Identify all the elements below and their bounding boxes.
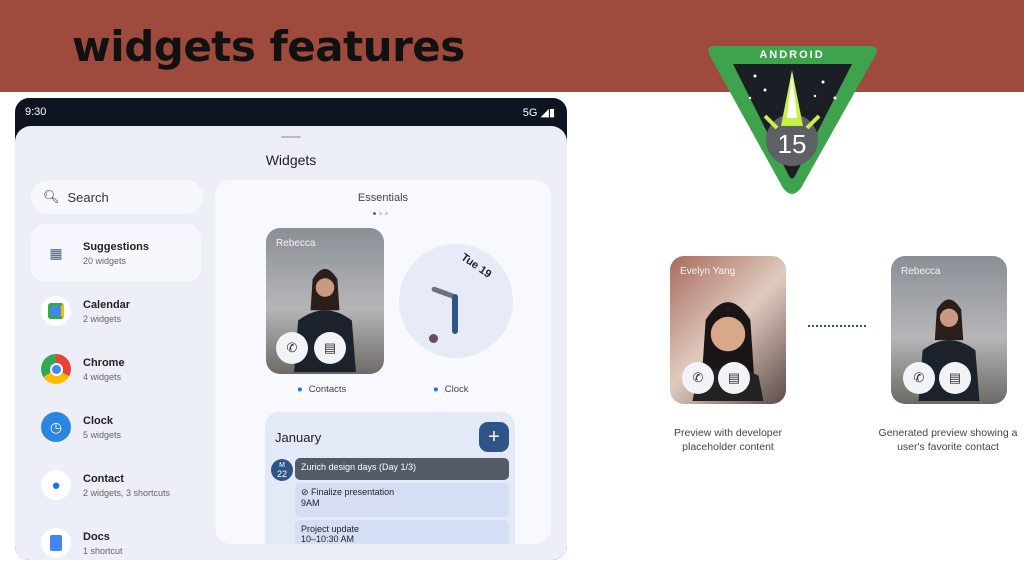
status-time: 9:30: [25, 106, 47, 118]
calendar-event[interactable]: Zurich design days (Day 1/3): [295, 458, 509, 480]
category-clock[interactable]: ◷ Clock 5 widgets: [31, 398, 201, 456]
clock-icon: ◷: [41, 412, 71, 442]
category-chrome[interactable]: Chrome 4 widgets: [31, 340, 201, 398]
signal-icon: ◢▮: [540, 107, 555, 119]
contacts-app-icon: ●: [297, 384, 303, 395]
clock-label: ● Clock: [433, 384, 469, 395]
generated-caption: Generated preview showing a user's favor…: [878, 427, 1018, 453]
sheet-title: Widgets: [265, 152, 317, 168]
android-15-logo: ANDROID 15: [708, 46, 877, 194]
search-input[interactable]: 🔍︎ Search: [31, 180, 203, 214]
generated-preview-card: Rebecca ✆ ▤: [891, 256, 1007, 404]
call-button[interactable]: ✆: [276, 332, 308, 364]
category-name: Calendar: [83, 298, 131, 311]
calendar-widget[interactable]: January + M 22 Zurich design days (Day 1/…: [265, 412, 515, 544]
phone-screen: 9:30 5G ◢▮ Widgets 🔍︎ Search ▦ Suggestions 2…: [15, 98, 567, 560]
placeholder-preview-card: Evelyn Yang ✆ ▤: [670, 256, 786, 404]
category-docs[interactable]: Docs 1 shortcut: [31, 514, 201, 560]
svg-text:15: 15: [778, 129, 807, 159]
category-sub: 1 shortcut: [83, 545, 123, 556]
clock-widget[interactable]: Tue 19: [399, 244, 513, 358]
widgets-sheet: Widgets 🔍︎ Search ▦ Suggestions 20 widgets …: [15, 126, 567, 560]
category-name: Clock: [83, 414, 113, 427]
contact-icon: ●: [41, 470, 71, 500]
page-title: widgets features: [72, 22, 465, 71]
placeholder-caption: Preview with developer placeholder conte…: [674, 427, 782, 453]
page-indicator[interactable]: [373, 212, 388, 215]
svg-text:ANDROID: ANDROID: [759, 49, 824, 61]
contact-widget[interactable]: Rebecca ✆ ▤: [266, 228, 384, 374]
clock-app-icon: ●: [433, 384, 439, 395]
status-icons: 5G ◢▮: [522, 106, 555, 120]
network-label: 5G: [522, 106, 538, 119]
category-contact[interactable]: ● Contact 2 widgets, 3 shortcuts: [31, 456, 201, 514]
calendar-icon: [41, 296, 71, 326]
category-suggestions[interactable]: ▦ Suggestions 20 widgets: [31, 224, 201, 282]
contact-name: Rebecca: [276, 238, 316, 249]
category-name: Chrome: [83, 356, 125, 369]
category-name: Contact: [83, 472, 124, 485]
message-button[interactable]: ▤: [314, 332, 346, 364]
message-button[interactable]: ▤: [939, 362, 971, 394]
generated-contact-name: Rebecca: [901, 266, 941, 277]
category-sub: 2 widgets, 3 shortcuts: [83, 487, 171, 498]
clock-date: Tue 19: [458, 251, 494, 281]
category-sub: 20 widgets: [83, 255, 127, 266]
essentials-panel: Essentials Rebecca ✆ ▤ Tue 19 ● Contacts …: [215, 180, 551, 544]
category-sub: 2 widgets: [83, 313, 122, 324]
minute-hand: [452, 294, 458, 334]
grid-icon: ▦: [49, 244, 63, 261]
category-name: Suggestions: [83, 240, 150, 253]
chrome-icon: [41, 354, 71, 384]
category-sub: 5 widgets: [83, 429, 122, 440]
call-button[interactable]: ✆: [682, 362, 714, 394]
calendar-event[interactable]: ⊘ Finalize presentation 9AM: [295, 483, 509, 517]
category-calendar[interactable]: Calendar 2 widgets: [31, 282, 201, 340]
calendar-event[interactable]: Project update 10–10:30 AM: [295, 520, 509, 544]
contacts-label: ● Contacts: [297, 384, 347, 395]
calendar-month: January: [275, 430, 322, 445]
message-button[interactable]: ▤: [718, 362, 750, 394]
docs-icon: [41, 528, 71, 558]
placeholder-contact-name: Evelyn Yang: [680, 266, 736, 277]
search-placeholder: Search: [67, 189, 109, 205]
category-name: Docs: [83, 530, 110, 543]
search-icon: 🔍︎: [43, 189, 60, 204]
add-event-button[interactable]: +: [479, 422, 509, 452]
essentials-title: Essentials: [357, 192, 409, 204]
transition-arrow: [808, 325, 866, 327]
day-badge: M 22: [271, 459, 293, 481]
second-dot: [429, 334, 438, 343]
call-button[interactable]: ✆: [903, 362, 935, 394]
drag-handle[interactable]: [281, 136, 301, 138]
category-sub: 4 widgets: [83, 371, 122, 382]
